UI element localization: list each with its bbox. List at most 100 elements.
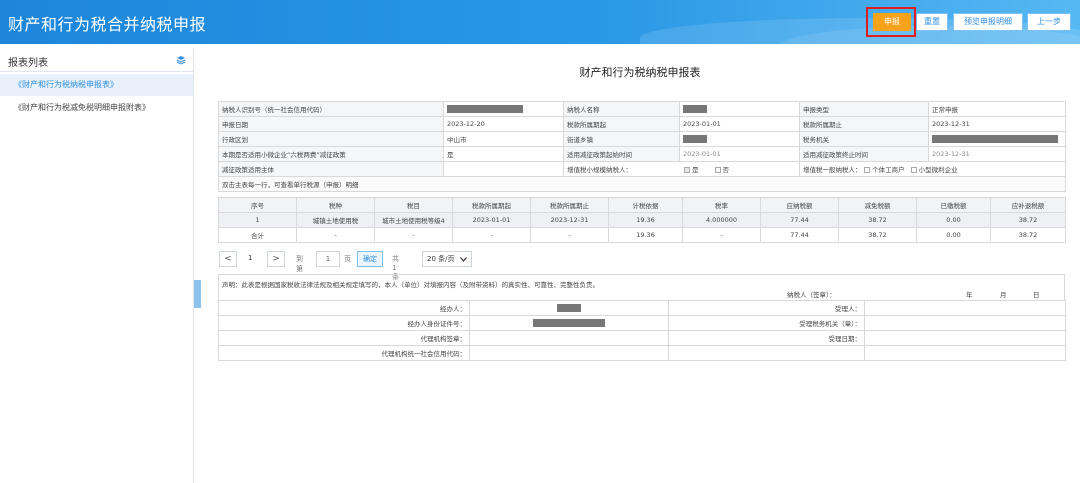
goto-label: 到第 <box>296 255 303 273</box>
tax-detail-table: 序号 税种 税目 税款所属期起 税款所属期止 计税依据 税率 应纳税额 减免税额… <box>218 197 1066 243</box>
date-day-label: 日 <box>1033 291 1040 299</box>
col-header-period-end: 税款所属期止 <box>530 197 609 213</box>
small-low-profit-checkbox[interactable] <box>910 167 917 173</box>
col-header-tax-type: 税种 <box>296 197 375 213</box>
goto-page-input[interactable]: 1 <box>316 251 340 267</box>
agency-credit-code-value <box>469 345 669 361</box>
policy-start-value: 2023-01-01 <box>679 146 800 162</box>
declaration-box: 声明：此表是根据国家税收法律法规及相关规定填写的，本人（单位）对填报内容（及附带… <box>218 274 1065 301</box>
next-page-button[interactable]: > <box>267 251 285 267</box>
info-row: 纳税人识别号（统一社会信用代码） 纳税人名称 申报类型 正常申报 <box>218 101 1066 117</box>
individual-business-label: 个体工商户 <box>872 166 905 174</box>
small-scale-taxpayer-label: 增值税小规模纳税人： <box>567 166 632 174</box>
tax-authority-label: 税务机关 <box>799 131 929 147</box>
detail-header-row: 序号 税种 税目 税款所属期起 税款所属期止 计税依据 税率 应纳税额 减免税额… <box>218 197 1066 213</box>
tax-authority-value <box>928 131 1066 147</box>
small-scale-no-checkbox[interactable] <box>714 167 721 173</box>
cell-reduction: 38.72 <box>838 212 917 228</box>
small-scale-yes-label: 是 <box>692 166 699 174</box>
signature-row: 经办人身份证件号： 受理税务机关（章）： <box>218 315 1066 331</box>
declaration-type-label: 申报类型 <box>799 101 929 117</box>
cell-total-period-start: - <box>452 227 531 243</box>
receiving-authority-value <box>864 315 1066 331</box>
cell-tax-type: 城镇土地使用税 <box>296 212 375 228</box>
redacted-handler-id <box>533 319 605 327</box>
region-label: 行政区划 <box>218 131 444 147</box>
small-scale-yes-checkbox[interactable] <box>684 167 691 173</box>
taxpayer-id-value <box>443 101 564 117</box>
redacted-tax-authority <box>932 135 1058 143</box>
goto-confirm-button[interactable]: 确定 <box>357 251 383 267</box>
col-header-paid: 已缴税额 <box>916 197 991 213</box>
preview-details-button[interactable]: 预览申报明细 <box>953 13 1023 31</box>
layers-icon[interactable] <box>176 55 186 65</box>
taxpayer-name-label: 纳税人名称 <box>563 101 680 117</box>
page-size-select[interactable]: 20 条/页 <box>422 251 472 267</box>
individual-business-checkbox[interactable] <box>864 167 871 173</box>
sidebar: 报表列表 《财产和行为税纳税申报表》 《财产和行为税减免税明细申报附表》 <box>0 48 194 483</box>
cell-paid: 0.00 <box>916 212 991 228</box>
cell-period-start: 2023-01-01 <box>452 212 531 228</box>
street-town-label: 街道乡镇 <box>563 131 680 147</box>
period-end-label: 税款所属期止 <box>799 116 929 132</box>
sidebar-header: 报表列表 <box>0 48 193 72</box>
six-taxes-policy-label: 本期是否适用小微企业“六税两费”减征政策 <box>218 146 444 162</box>
street-town-value <box>679 131 800 147</box>
cell-seq: 1 <box>218 212 297 228</box>
agency-seal-label: 代理机构签章： <box>218 330 470 346</box>
current-page[interactable]: 1 <box>248 254 252 262</box>
agency-credit-code-label: 代理机构统一社会信用代码： <box>218 345 470 361</box>
cell-payable: 77.44 <box>760 212 839 228</box>
col-header-tax-basis: 计税依据 <box>608 197 683 213</box>
policy-end-label: 适用减征政策终止时间 <box>799 146 929 162</box>
date-year-label: 年 <box>966 291 973 299</box>
sidebar-item-tax-return-form[interactable]: 《财产和行为税纳税申报表》 <box>0 74 193 96</box>
small-scale-no-label: 否 <box>722 166 730 174</box>
period-start-label: 税款所属期起 <box>563 116 680 132</box>
total-row: 合计 - - - - 19.36 - 77.44 38.72 0.00 38.7… <box>218 227 1066 243</box>
cell-total-label: 合计 <box>218 227 297 243</box>
taxpayer-name-value <box>679 101 800 117</box>
cell-total-tax-item: - <box>374 227 453 243</box>
small-low-profit-label: 小型微利企业 <box>918 166 958 174</box>
page-size-value: 20 条/页 <box>427 255 455 263</box>
receiver-value <box>864 300 1066 316</box>
col-header-tax-item: 税目 <box>374 197 453 213</box>
signature-row: 经办人： 受理人： <box>218 300 1066 316</box>
taxpayer-id-label: 纳税人识别号（统一社会信用代码） <box>218 101 444 117</box>
signature-row: 代理机构统一社会信用代码： <box>218 345 1066 361</box>
policy-subject-value <box>443 161 564 177</box>
general-taxpayer-label: 增值税一般纳税人： <box>803 166 862 174</box>
general-taxpayer-cell: 增值税一般纳税人： 个体工商户 小型微利企业 <box>799 161 1066 177</box>
handler-label: 经办人： <box>218 300 470 316</box>
redacted-street-town <box>683 135 707 143</box>
info-row: 申报日期 2023-12-20 税款所属期起 2023-01-01 税款所属期止… <box>218 116 1066 132</box>
table-row[interactable]: 1 城镇土地使用税 城市土地使用税等级4 2023-01-01 2023-12-… <box>218 212 1066 228</box>
col-header-seq: 序号 <box>218 197 297 213</box>
redacted-taxpayer-name <box>683 105 707 113</box>
redacted-taxpayer-id <box>447 105 523 113</box>
declaration-text: 声明：此表是根据国家税收法律法规及相关规定填写的，本人（单位）对填报内容（及附带… <box>222 281 599 289</box>
receipt-date-value <box>864 330 1066 346</box>
app-header: 财产和行为税合并纳税申报 申报 重置 预览申报明细 上一步 <box>0 0 1080 44</box>
empty-cell <box>864 345 1066 361</box>
handler-value <box>469 300 669 316</box>
col-header-refund-due: 应补退税额 <box>990 197 1066 213</box>
cell-tax-rate: 4.000000 <box>682 212 761 228</box>
app-title: 财产和行为税合并纳税申报 <box>8 15 207 34</box>
signature-table: 经办人： 受理人： 经办人身份证件号： 受理税务机关（章）： 代理机构签章： 受… <box>218 300 1066 361</box>
cell-tax-item: 城市土地使用税等级4 <box>374 212 453 228</box>
form-title: 财产和行为税纳税申报表 <box>579 66 701 79</box>
handler-id-value <box>469 315 669 331</box>
signature-row: 代理机构签章： 受理日期： <box>218 330 1066 346</box>
redacted-handler <box>557 304 581 312</box>
sidebar-collapse-handle[interactable] <box>194 280 201 308</box>
page-unit-label: 页 <box>344 255 351 263</box>
six-taxes-policy-value: 是 <box>443 146 564 162</box>
taxpayer-signature-label: 纳税人（签章）： <box>787 291 836 299</box>
previous-step-button[interactable]: 上一步 <box>1027 13 1071 31</box>
declaration-date-label: 申报日期 <box>218 116 444 132</box>
sidebar-item-exemption-schedule[interactable]: 《财产和行为税减免税明细申报附表》 <box>0 97 193 119</box>
reset-button[interactable]: 重置 <box>916 13 948 31</box>
prev-page-button[interactable]: < <box>219 251 237 267</box>
